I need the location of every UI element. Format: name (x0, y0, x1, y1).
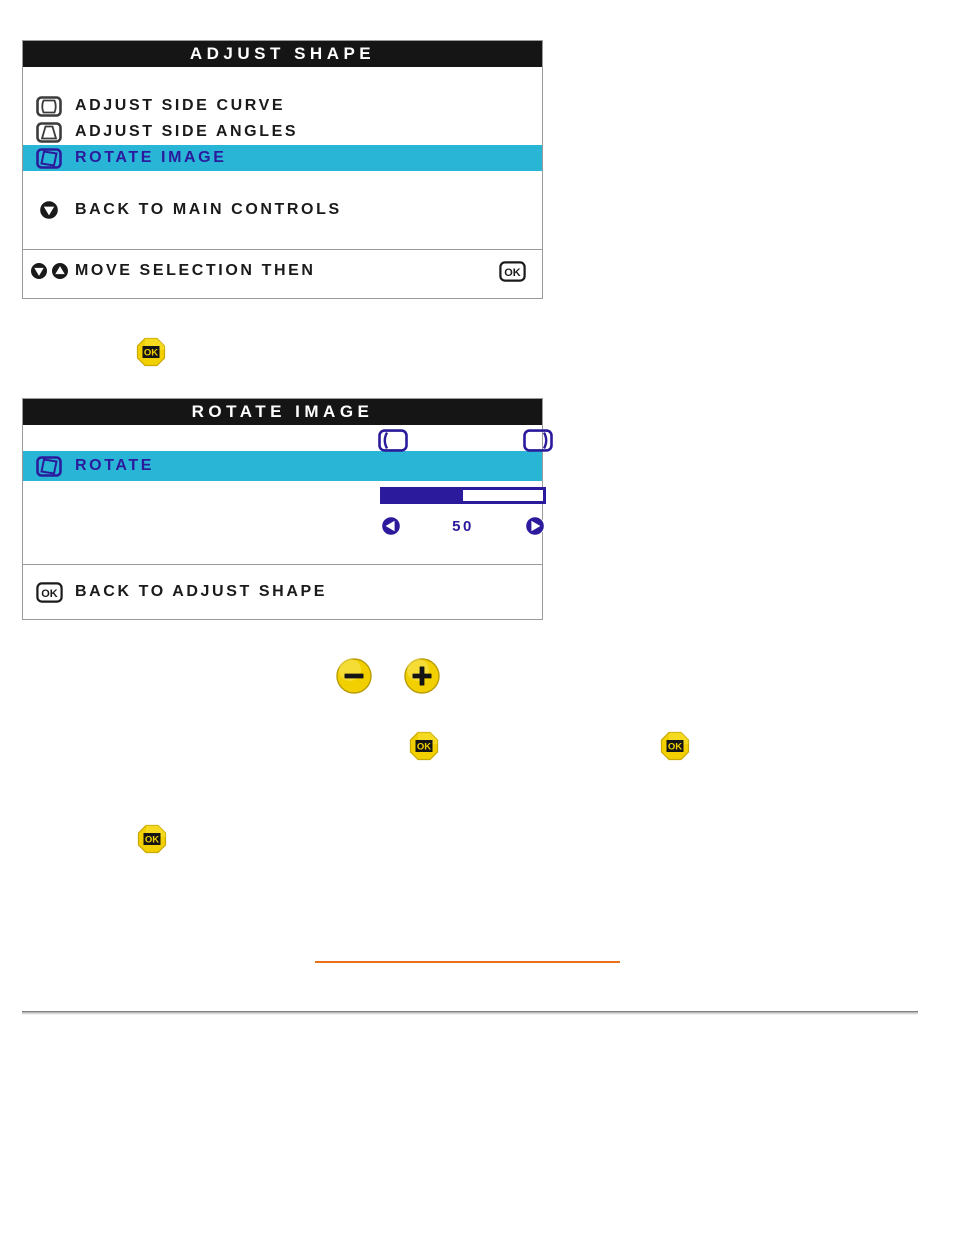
svg-text:OK: OK (417, 742, 431, 753)
menu-label-rotate-image: ROTATE IMAGE (75, 149, 227, 166)
menu-label-adjust-side-curve: ADJUST SIDE CURVE (75, 97, 286, 114)
rotate-value: 50 (452, 517, 474, 535)
ok-button-2[interactable]: OK (409, 731, 439, 761)
menu-item-back-to-adjust-shape[interactable]: OK BACK TO ADJUST SHAPE (23, 567, 542, 617)
svg-text:OK: OK (145, 835, 159, 846)
menu-item-adjust-side-angles[interactable]: ADJUST SIDE ANGLES (23, 119, 542, 145)
menu-item-rotate[interactable]: ROTATE (23, 428, 553, 481)
up-arrow-circle-icon (50, 262, 69, 280)
menu-label-rotate: ROTATE (75, 457, 154, 474)
osd-panel-adjust-shape: ADJUST SHAPE ADJUST SIDE CURVE ADJUST SI… (22, 40, 543, 299)
rotate-left-icon[interactable] (378, 428, 408, 452)
ok-button-3[interactable]: OK (660, 731, 690, 761)
rotate-image-icon (23, 455, 75, 477)
rotate-image-icon (23, 147, 75, 169)
osd-panel-rotate-image: ROTATE IMAGE ROTATE 50 OK BACK TO ADJUST… (22, 398, 553, 620)
ok-box-icon: OK (23, 581, 75, 603)
rotate-image-body: ROTATE 50 OK BACK TO ADJUST SHAPE (23, 425, 553, 619)
menu-label-back-to-adjust-shape: BACK TO ADJUST SHAPE (75, 583, 328, 600)
right-triangle-circle-icon[interactable] (524, 515, 546, 537)
footer-arrow-icons (23, 261, 75, 281)
down-arrow-circle-icon (23, 199, 75, 221)
footer-label-move-selection: MOVE SELECTION THEN (75, 262, 316, 279)
rotate-right-icon[interactable] (523, 428, 553, 452)
orange-divider (315, 961, 620, 963)
svg-text:OK: OK (144, 348, 158, 359)
divider-wrap (23, 564, 542, 565)
ok-button-4[interactable]: OK (137, 824, 167, 854)
left-triangle-circle-icon[interactable] (380, 515, 402, 537)
ok-button-1[interactable]: OK (136, 337, 166, 367)
ok-box-icon: OK (499, 260, 526, 282)
rotate-stepper: 50 (380, 513, 546, 539)
down-arrow-circle-icon (29, 262, 48, 280)
menu-item-rotate-image[interactable]: ROTATE IMAGE (23, 145, 542, 171)
side-curve-icon (23, 95, 75, 117)
menu-label-adjust-side-angles: ADJUST SIDE ANGLES (75, 123, 299, 140)
menu-item-adjust-side-curve[interactable]: ADJUST SIDE CURVE (23, 93, 542, 119)
rotate-slider-track[interactable] (380, 487, 546, 504)
svg-text:OK: OK (504, 267, 521, 279)
menu-item-back-to-main-controls[interactable]: BACK TO MAIN CONTROLS (23, 197, 542, 223)
menu-label-back-to-main-controls: BACK TO MAIN CONTROLS (75, 201, 342, 218)
plus-button[interactable] (403, 657, 441, 695)
svg-text:OK: OK (41, 588, 58, 600)
side-angles-icon (23, 121, 75, 143)
adjust-shape-body: ADJUST SIDE CURVE ADJUST SIDE ANGLES ROT… (23, 67, 542, 292)
page-divider (22, 1011, 918, 1015)
minus-button[interactable] (335, 657, 373, 695)
divider (23, 564, 542, 565)
rotate-slider-fill (383, 490, 463, 501)
panel-title-rotate-image: ROTATE IMAGE (23, 399, 542, 425)
panel-title-adjust-shape: ADJUST SHAPE (23, 41, 542, 67)
svg-text:OK: OK (668, 742, 682, 753)
footer-move-selection: MOVE SELECTION THEN OK (23, 250, 542, 292)
rotate-direction-buttons (378, 425, 553, 455)
